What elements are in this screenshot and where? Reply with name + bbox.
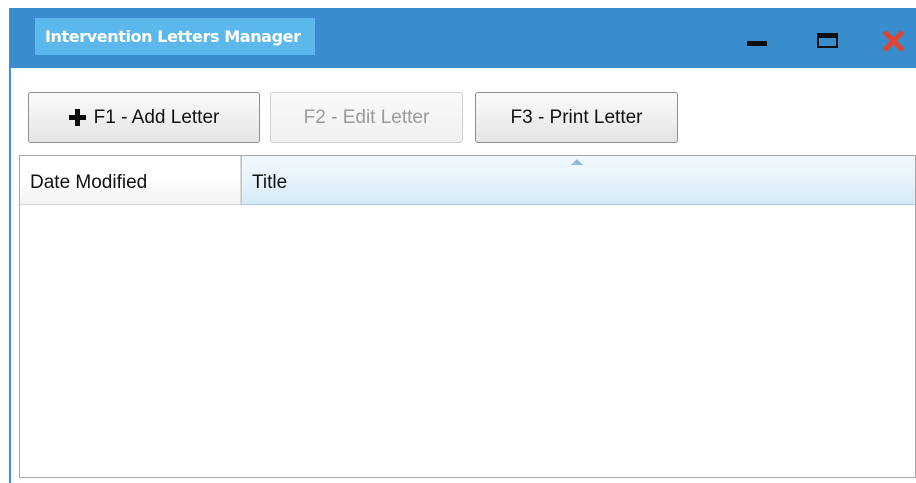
plus-icon [68, 109, 86, 126]
column-header-label: Title [252, 172, 288, 193]
window-left-border [9, 68, 11, 483]
minimize-button[interactable] [738, 8, 776, 68]
grid-body[interactable] [20, 205, 915, 477]
minimize-icon [747, 40, 767, 46]
add-letter-label: F1 - Add Letter [93, 106, 220, 128]
column-header-title[interactable]: Title [241, 156, 915, 205]
close-button[interactable] [871, 8, 915, 68]
grid-header: Date Modified Title [20, 156, 915, 205]
title-bar[interactable]: Intervention Letters Manager [9, 8, 916, 68]
maximize-button[interactable] [807, 8, 847, 68]
window-title: Intervention Letters Manager [45, 27, 301, 46]
column-header-label: Date Modified [30, 172, 148, 193]
title-tab: Intervention Letters Manager [35, 18, 315, 55]
intervention-letters-window: Intervention Letters Manager F1 - Add Le… [0, 0, 916, 483]
add-letter-button[interactable]: F1 - Add Letter [28, 92, 260, 143]
print-letter-label: F3 - Print Letter [510, 106, 643, 128]
edit-letter-label: F2 - Edit Letter [303, 106, 430, 128]
letters-grid: Date Modified Title [19, 155, 916, 478]
column-header-date-modified[interactable]: Date Modified [20, 156, 241, 205]
edit-letter-button[interactable]: F2 - Edit Letter [270, 92, 463, 143]
close-icon [882, 30, 904, 52]
sort-ascending-icon [571, 159, 583, 165]
print-letter-button[interactable]: F3 - Print Letter [475, 92, 678, 143]
maximize-icon [816, 32, 838, 48]
